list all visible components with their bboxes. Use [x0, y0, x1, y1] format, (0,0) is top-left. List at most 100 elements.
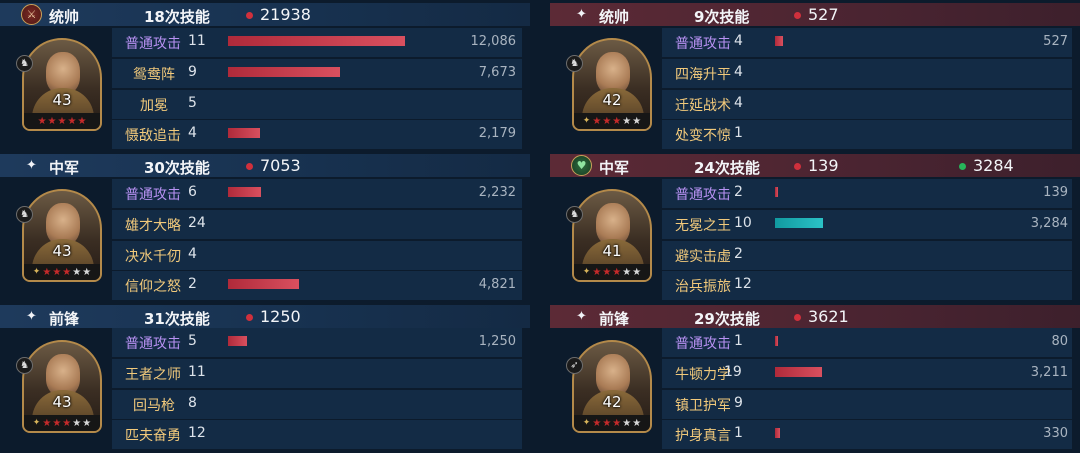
skill-use-count: 12: [188, 425, 206, 441]
skill-row: 决水千仞 4: [112, 241, 530, 270]
damage-value: 330: [1043, 426, 1068, 441]
damage-dot-icon: [246, 314, 253, 321]
damage-total: 1250: [260, 307, 301, 326]
skill-use-count: 1: [734, 425, 743, 441]
skill-row: 普通攻击 1 80: [662, 328, 1080, 357]
skill-use-count: 4: [734, 33, 743, 49]
skill-name: 加冕: [140, 98, 168, 114]
general-portrait[interactable]: 43 ✦ ★ ★ ★ ★ ★: [22, 189, 102, 282]
skill-row: 护身真言 1 330: [662, 420, 1080, 449]
left-team-panel: ⚔ 统帅 18次技能 21938 ♞ 43 ★ ★ ★ ★ ★ 普通攻击 11 12,0…: [0, 0, 530, 453]
damage-dot-icon: [246, 12, 253, 19]
archer-icon: ➶: [566, 357, 583, 374]
star-rating: ✦ ★ ★ ★ ★ ★: [574, 264, 650, 280]
skill-name: 无冕之王: [675, 218, 731, 234]
skill-name: 雄才大略: [125, 218, 181, 234]
skill-row: 处变不惊 1: [662, 120, 1080, 149]
skill-name: 普通攻击: [125, 187, 181, 203]
skill-count: 30次技能: [144, 159, 210, 177]
skill-use-count: 2: [734, 184, 743, 200]
skill-name: 王者之师: [125, 367, 181, 383]
general-portrait[interactable]: 42 ✦ ★ ★ ★ ★ ★: [572, 340, 652, 433]
skill-row: 迁延战术 4: [662, 90, 1080, 119]
general-portrait[interactable]: 42 ✦ ★ ★ ★ ★ ★: [572, 38, 652, 131]
skill-use-count: 11: [188, 33, 206, 49]
damage-dot-icon: [794, 12, 801, 19]
skill-use-count: 5: [188, 333, 197, 349]
role-label: 前锋: [49, 310, 80, 328]
skill-row: 普通攻击 2 139: [662, 179, 1080, 208]
damage-bar: [228, 67, 340, 77]
skill-use-count: 9: [188, 64, 197, 80]
cavalry-icon: ♞: [16, 55, 33, 72]
cavalry-icon: ♞: [566, 55, 583, 72]
skill-count: 31次技能: [144, 310, 210, 328]
group-header: ♥ 中军 24次技能 139 3284: [550, 154, 1080, 177]
damage-bar: [775, 428, 780, 438]
general-level: 42: [602, 91, 622, 109]
skill-use-count: 11: [188, 364, 206, 380]
damage-bar: [775, 336, 778, 346]
skill-name: 鸳鸯阵: [133, 67, 175, 83]
skill-name: 牛顿力学: [675, 367, 731, 383]
skill-name: 慑敌追击: [125, 128, 181, 144]
skill-row: 治兵振旅 12: [662, 271, 1080, 300]
skill-count: 24次技能: [694, 159, 760, 177]
general-level: 42: [602, 393, 622, 411]
role-label: 中军: [49, 159, 80, 177]
skill-use-count: 4: [734, 64, 743, 80]
star-rating: ✦ ★ ★ ★ ★ ★: [24, 415, 100, 431]
general-portrait[interactable]: 43 ★ ★ ★ ★ ★: [22, 38, 102, 131]
sparkle-icon: ✦: [26, 309, 37, 324]
group-header: ✦ 前锋 31次技能 1250: [0, 305, 530, 328]
group-vanguard: ✦ 前锋 31次技能 1250 ♞ 43 ✦ ★ ★ ★ ★ ★ 普通攻击 5 1,250…: [0, 302, 530, 452]
skill-row: 四海升平 4: [662, 59, 1080, 88]
damage-value: 139: [1043, 185, 1068, 200]
cavalry-icon: ♞: [566, 206, 583, 223]
damage-bar: [228, 128, 260, 138]
group-header: ✦ 统帅 9次技能 527: [550, 3, 1080, 26]
skill-name: 普通攻击: [675, 187, 731, 203]
skill-use-count: 4: [734, 95, 743, 111]
heal-value: 3,284: [1030, 216, 1068, 231]
skill-use-count: 24: [188, 215, 206, 231]
group-middle: ♥ 中军 24次技能 139 3284 ♞ 41 ✦ ★ ★ ★ ★ ★ 普通攻击 2 1…: [550, 151, 1080, 301]
role-label: 中军: [599, 159, 630, 177]
skill-name: 迁延战术: [675, 98, 731, 114]
skill-row: 匹夫奋勇 12: [112, 420, 530, 449]
sword-badge-icon: ⚔: [21, 4, 42, 25]
star-rating: ✦ ★ ★ ★ ★ ★: [574, 113, 650, 129]
skill-row: 无冕之王 10 3,284: [662, 210, 1080, 239]
skill-name: 匹夫奋勇: [125, 428, 181, 444]
star-rating: ★ ★ ★ ★ ★: [24, 113, 100, 129]
skill-use-count: 1: [734, 125, 743, 141]
damage-value: 3,211: [1030, 365, 1068, 380]
damage-total: 139: [808, 156, 839, 175]
damage-value: 2,179: [478, 126, 516, 141]
skill-row: 镇卫护军 9: [662, 390, 1080, 419]
skill-name: 避实击虚: [675, 249, 731, 265]
damage-bar: [228, 336, 247, 346]
skill-use-count: 19: [724, 364, 742, 380]
group-commander: ✦ 统帅 9次技能 527 ♞ 42 ✦ ★ ★ ★ ★ ★ 普通攻击 4 527 四海升…: [550, 0, 1080, 150]
general-level: 43: [52, 91, 72, 109]
skill-name: 护身真言: [675, 428, 731, 444]
skill-row: 普通攻击 11 12,086: [112, 28, 530, 57]
skill-count: 29次技能: [694, 310, 760, 328]
general-portrait[interactable]: 41 ✦ ★ ★ ★ ★ ★: [572, 189, 652, 282]
skill-row: 鸳鸯阵 9 7,673: [112, 59, 530, 88]
skill-use-count: 9: [734, 395, 743, 411]
skill-use-count: 8: [188, 395, 197, 411]
skill-count: 9次技能: [694, 8, 750, 26]
damage-value: 80: [1051, 334, 1068, 349]
role-label: 统帅: [599, 8, 630, 26]
damage-bar: [775, 187, 778, 197]
general-portrait[interactable]: 43 ✦ ★ ★ ★ ★ ★: [22, 340, 102, 433]
damage-dot-icon: [794, 314, 801, 321]
skill-name: 普通攻击: [675, 336, 731, 352]
heal-total: 3284: [973, 156, 1014, 175]
damage-total: 21938: [260, 5, 311, 24]
role-label: 前锋: [599, 310, 630, 328]
damage-total: 3621: [808, 307, 849, 326]
damage-bar: [228, 36, 405, 46]
